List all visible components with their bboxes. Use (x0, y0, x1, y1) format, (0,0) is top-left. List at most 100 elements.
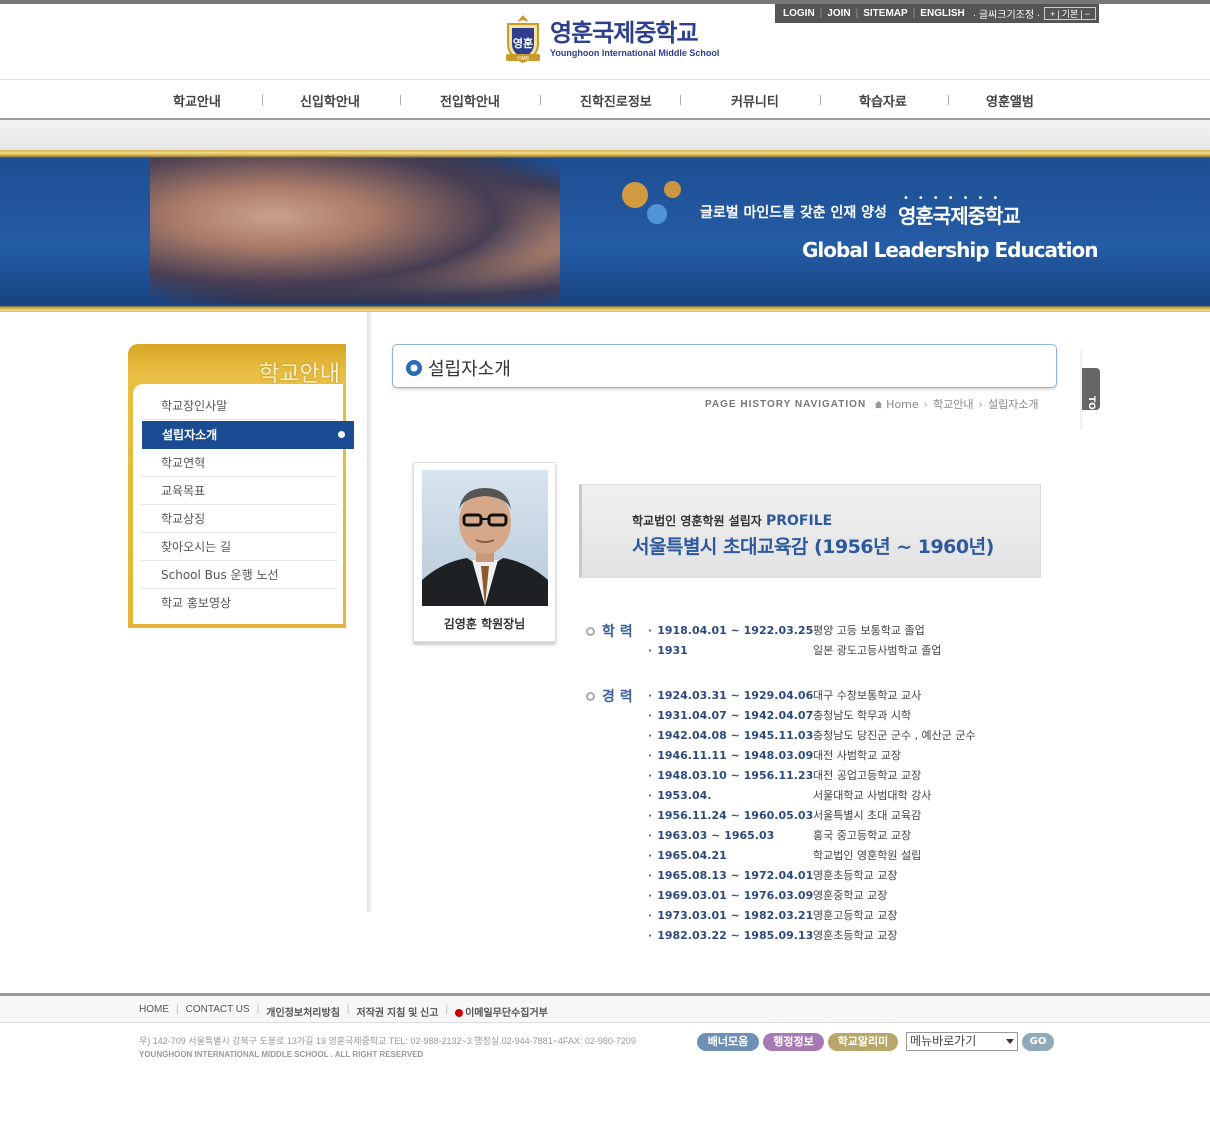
banner-school-name: 영훈국제중학교 (898, 204, 1021, 228)
utility-bar: LOGIN | JOIN | SITEMAP | ENGLISH · 글씨크기조정 ·… (775, 4, 1099, 23)
career-heading-text: 경 력 (602, 689, 633, 705)
profile-headline: 서울특별시 초대교육감 (1956년 ~ 1960년) (632, 536, 994, 558)
footer-link-copyright[interactable]: 저작권 지침 및 신고 (357, 1004, 439, 1019)
font-default-button[interactable]: 기본 (1062, 7, 1079, 20)
item-desc: 영훈고등학교 교장 (813, 909, 898, 922)
ring-bullet-icon (586, 691, 595, 701)
footer-link-contact[interactable]: CONTACT US (186, 1004, 250, 1019)
quick-menu-selected: 메뉴바로가기 (910, 1034, 977, 1048)
footer-address: 우) 142-709 서울특별시 강북구 도봉로 13가길 19 영훈국제중학교… (139, 1036, 636, 1046)
breadcrumb-current: 설립자소개 (987, 398, 1039, 411)
item-date: 1953.04. (648, 788, 808, 804)
side-nav-item-founder[interactable]: 설립자소개 (142, 421, 354, 449)
school-name-en: Younghoon International Middle School (550, 48, 720, 58)
footer-link-email-policy[interactable]: 이메일무단수집거부 (455, 1004, 548, 1019)
side-nav-label: 설립자소개 (162, 428, 218, 442)
profile-sub-text: 학교법인 영훈학원 설립자 (632, 514, 762, 528)
main-navigation: 학교안내 신입학안내 전입학안내 진학진로정보 커뮤니티 학습자료 영훈앨범 (0, 79, 1210, 120)
item-desc: 서울특별시 초대 교육감 (813, 809, 922, 822)
item-desc: 대전 사범학교 교장 (813, 749, 901, 762)
career-heading: 경 력 (586, 686, 633, 706)
home-icon (875, 400, 883, 408)
footer-address-block: 우) 142-709 서울특별시 강북구 도봉로 13가길 19 영훈국제중학교… (139, 1034, 636, 1062)
item-desc: 충청남도 학무과 시학 (813, 709, 912, 722)
breadcrumb-label: PAGE HISTORY NAVIGATION (705, 398, 867, 410)
side-nav-item-principal-greeting[interactable]: 학교장인사말 (141, 392, 337, 420)
footer-link-privacy[interactable]: 개인정보처리방침 (266, 1004, 340, 1019)
nav-item-career[interactable]: 진학진로정보 (580, 91, 652, 110)
profile-subtitle: 학교법인 영훈학원 설립자 PROFILE (632, 512, 832, 529)
breadcrumb-school-info[interactable]: 학교안내 (933, 396, 973, 412)
sub-navigation-strip (0, 120, 1210, 152)
nav-item-community[interactable]: 커뮤니티 (731, 91, 779, 110)
founder-portrait-frame: 김영훈 학원장님 (413, 462, 556, 642)
login-link[interactable]: LOGIN (783, 8, 815, 19)
no-email-icon (455, 1009, 464, 1017)
chevron-down-icon (1006, 1039, 1014, 1044)
item-date: 1931 (648, 643, 808, 659)
scroll-top-button[interactable]: TOP (1082, 368, 1100, 416)
english-link[interactable]: ENGLISH (920, 8, 964, 19)
item-date: 1965.04.21 (648, 848, 808, 864)
banner-collection-button[interactable]: 배너모음 (697, 1033, 759, 1051)
students-photo (150, 158, 560, 304)
font-increase-button[interactable]: + (1050, 9, 1055, 19)
font-decrease-button[interactable]: − (1085, 9, 1090, 19)
item-date: 1965.08.13 ~ 1972.04.01 (648, 868, 813, 884)
item-desc: 충청남도 당진군 군수 , 예산군 군수 (813, 729, 976, 742)
school-emblem-icon: 영훈 YIMS (502, 14, 544, 64)
chevron-right-icon: › (978, 397, 983, 411)
item-date: 1973.03.01 ~ 1982.03.21 (648, 908, 813, 924)
nav-item-transfer[interactable]: 전입학안내 (440, 91, 500, 110)
email-policy-label: 이메일무단수집거부 (465, 1008, 548, 1019)
school-info-service-button[interactable]: 학교알리미 (828, 1033, 898, 1051)
emblem-ribbon-text: YIMS (517, 56, 530, 62)
item-desc: 대구 수창보통학교 교사 (813, 689, 922, 702)
item-desc: 평양 고등 보통학교 졸업 (813, 624, 925, 637)
font-size-label: · 글씨크기조정 · (972, 10, 1041, 21)
breadcrumb-home[interactable]: Home (886, 398, 918, 411)
footer-link-home[interactable]: HOME (139, 1004, 169, 1019)
founder-profile-box: 학교법인 영훈학원 설립자 PROFILE 서울특별시 초대교육감 (1956년… (579, 484, 1041, 578)
main-banner: 글로벌 마인드를 갖춘 인재 양성 ••••••• 영훈국제중학교 Global… (0, 150, 1210, 312)
page-title: 설립자소개 (428, 359, 511, 380)
chevron-right-icon: › (923, 397, 929, 411)
item-date: 1956.11.24 ~ 1960.05.03 (648, 808, 813, 824)
site-logo[interactable]: 영훈 YIMS 영훈국제중학교 Younghoon International … (502, 14, 719, 64)
item-date: 1924.03.31 ~ 1929.04.06 (648, 688, 813, 704)
side-nav-item-promo-video[interactable]: 학교 홍보영상 (141, 589, 337, 617)
nav-item-study-materials[interactable]: 학습자료 (859, 91, 907, 110)
sitemap-link[interactable]: SITEMAP (863, 8, 907, 19)
breadcrumb: PAGE HISTORY NAVIGATION Home › 학교안내 › 설립… (705, 396, 1039, 412)
item-date: 1982.03.22 ~ 1985.09.13 (648, 928, 813, 944)
admin-info-button[interactable]: 행정정보 (763, 1033, 824, 1051)
banner-slogan: 글로벌 마인드를 갖춘 인재 양성 (700, 205, 887, 221)
side-nav-item-school-bus[interactable]: School Bus 운행 노선 (141, 561, 337, 589)
item-desc: 서울대학교 사범대학 강사 (813, 789, 932, 802)
nav-item-admission[interactable]: 신입학안내 (300, 91, 360, 110)
nav-item-album[interactable]: 영훈앨범 (986, 91, 1034, 110)
go-button[interactable]: GO (1022, 1033, 1054, 1051)
item-date: 1946.11.11 ~ 1948.03.09 (648, 748, 813, 764)
side-nav-label: 교육목표 (161, 484, 206, 498)
item-desc: 일본 광도고등사범학교 졸업 (813, 644, 942, 657)
founder-portrait (422, 470, 548, 606)
footer-copyright: YOUNGHOON INTERNATIONAL MIDDLE SCHOOL . … (139, 1050, 424, 1059)
side-nav-label: School Bus 운행 노선 (161, 568, 279, 582)
join-link[interactable]: JOIN (827, 8, 850, 19)
item-desc: 대전 공업고등학교 교장 (813, 769, 922, 782)
side-nav-label: 학교상징 (161, 512, 206, 526)
side-nav-item-symbols[interactable]: 학교상징 (141, 505, 337, 533)
page-title-box: 설립자소개 (392, 344, 1057, 388)
side-nav-item-history[interactable]: 학교연혁 (141, 449, 337, 477)
education-heading-text: 학 력 (602, 624, 633, 640)
item-desc: 영훈중학교 교장 (813, 889, 888, 902)
content-divider (367, 312, 373, 912)
side-nav-item-goals[interactable]: 교육목표 (141, 477, 337, 505)
side-nav-item-directions[interactable]: 찾아오시는 길 (141, 533, 337, 561)
item-desc: 영훈초등학교 교장 (813, 929, 898, 942)
quick-menu-select[interactable]: 메뉴바로가기 (906, 1032, 1018, 1051)
education-heading: 학 력 (586, 621, 633, 641)
item-date: 1918.04.01 ~ 1922.03.25 (648, 623, 813, 639)
nav-item-school-info[interactable]: 학교안내 (173, 91, 221, 110)
